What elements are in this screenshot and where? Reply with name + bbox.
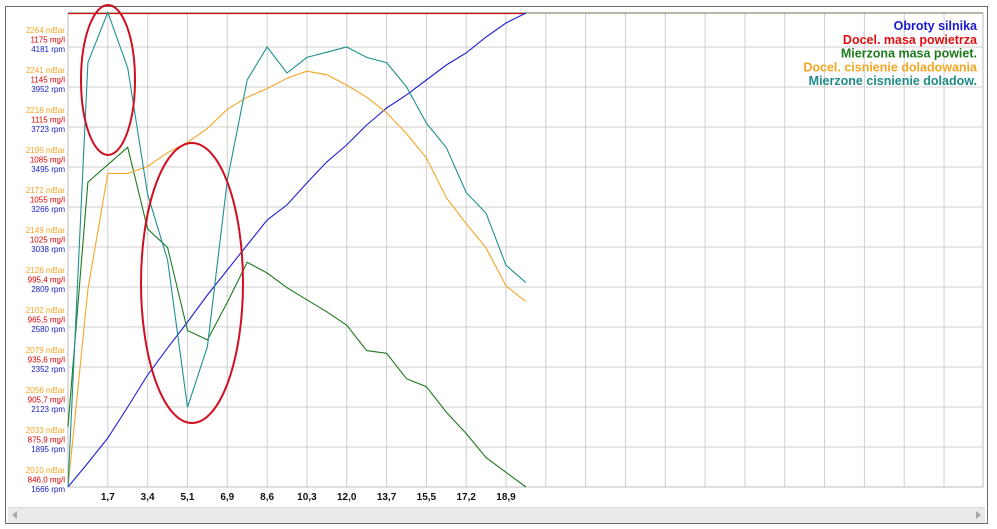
y-tick-label-boost: 2033 mBar xyxy=(26,426,65,435)
scroll-right-arrow-icon[interactable] xyxy=(976,511,981,519)
y-tick-label-boost: 2241 mBar xyxy=(26,66,65,75)
line-chart: 2010 mBar846,0 mg/l1666 rpm 2033 mBar875,… xyxy=(26,4,984,503)
y-tick-label-rpm: 1895 rpm xyxy=(31,445,65,454)
y-tick-label-rpm: 3952 rpm xyxy=(31,85,65,94)
legend: Obroty silnikaDocel. masa powietrzaMierz… xyxy=(803,19,978,88)
legend-item: Mierzone cisnienie doladow. xyxy=(809,74,977,88)
y-tick-label-boost: 2264 mBar xyxy=(26,26,65,35)
y-tick-label-mass: 1055 mg/l xyxy=(30,196,65,205)
x-tick-label: 15,5 xyxy=(417,492,437,503)
y-tick-label-mass: 1115 mg/l xyxy=(31,116,65,125)
y-tick-label-rpm: 3038 rpm xyxy=(31,245,65,254)
y-tick-label-rpm: 2123 rpm xyxy=(31,405,65,414)
y-tick-label-boost: 2056 mBar xyxy=(26,386,65,395)
y-tick-label-mass: 875,9 mg/l xyxy=(28,436,66,445)
y-tick-label-mass: 846,0 mg/l xyxy=(28,476,66,485)
y-tick-label-rpm: 3723 rpm xyxy=(31,125,65,134)
x-axis-labels: 1,7 3,4 5,1 6,9 8,6 10,3 12,0 13,7 15,5 17,2 18,9 xyxy=(101,492,516,503)
y-tick-label-mass: 905,7 mg/l xyxy=(28,396,66,405)
x-tick-label: 10,3 xyxy=(297,492,317,503)
y-tick-label-rpm: 2352 rpm xyxy=(31,365,65,374)
y-tick-label-rpm: 3266 rpm xyxy=(31,205,65,214)
y-tick-label-mass: 1025 mg/l xyxy=(30,236,65,245)
x-tick-label: 5,1 xyxy=(181,492,195,503)
y-tick-label-boost: 2195 mBar xyxy=(26,146,65,155)
y-tick-label-rpm: 4181 rpm xyxy=(31,45,65,54)
y-tick-label-mass: 1175 mg/l xyxy=(30,36,65,45)
y-axis-labels: 2010 mBar846,0 mg/l1666 rpm 2033 mBar875,… xyxy=(26,26,65,494)
legend-item: Obroty silnika xyxy=(894,19,978,33)
y-tick-label-rpm: 2809 rpm xyxy=(31,285,65,294)
annotations xyxy=(80,4,244,424)
legend-item: Docel. cisnienie doladowania xyxy=(803,60,978,74)
series-line-mierzone-cisnienie-doladow- xyxy=(67,10,527,488)
y-tick-label-boost: 2102 mBar xyxy=(26,306,65,315)
y-tick-label-boost: 2010 mBar xyxy=(26,466,65,475)
legend-item: Docel. masa powietrza xyxy=(843,33,978,47)
x-tick-label: 17,2 xyxy=(456,492,476,503)
series-line-obroty-silnika xyxy=(67,12,527,488)
scroll-left-arrow-icon[interactable] xyxy=(12,511,17,519)
y-tick-label-boost: 2079 mBar xyxy=(26,346,65,355)
horizontal-scrollbar[interactable] xyxy=(8,507,985,523)
y-tick-label-mass: 935,6 mg/l xyxy=(28,356,66,365)
y-tick-label-rpm: 3495 rpm xyxy=(31,165,65,174)
x-tick-label: 8,6 xyxy=(260,492,274,503)
x-tick-label: 1,7 xyxy=(101,492,115,503)
x-tick-label: 18,9 xyxy=(496,492,516,503)
y-tick-label-mass: 965,5 mg/l xyxy=(28,316,66,325)
x-tick-label: 6,9 xyxy=(220,492,234,503)
y-tick-label-boost: 2149 mBar xyxy=(26,226,65,235)
y-tick-label-rpm: 1666 rpm xyxy=(31,485,65,494)
x-tick-label: 13,7 xyxy=(377,492,397,503)
legend-item: Mierzona masa powiet. xyxy=(841,47,977,61)
y-tick-label-boost: 2126 mBar xyxy=(26,266,65,275)
series-lines xyxy=(67,10,527,488)
y-tick-label-boost: 2172 mBar xyxy=(26,186,65,195)
y-tick-label-mass: 1085 mg/l xyxy=(30,156,65,165)
y-tick-label-mass: 995,4 mg/l xyxy=(28,276,66,285)
y-tick-label-mass: 1145 mg/l xyxy=(30,76,65,85)
y-tick-label-boost: 2218 mBar xyxy=(26,106,65,115)
x-tick-label: 12,0 xyxy=(337,492,357,503)
x-tick-label: 3,4 xyxy=(141,492,155,503)
series-line-mierzona-masa-powiet- xyxy=(67,146,527,488)
y-tick-label-rpm: 2580 rpm xyxy=(31,325,65,334)
